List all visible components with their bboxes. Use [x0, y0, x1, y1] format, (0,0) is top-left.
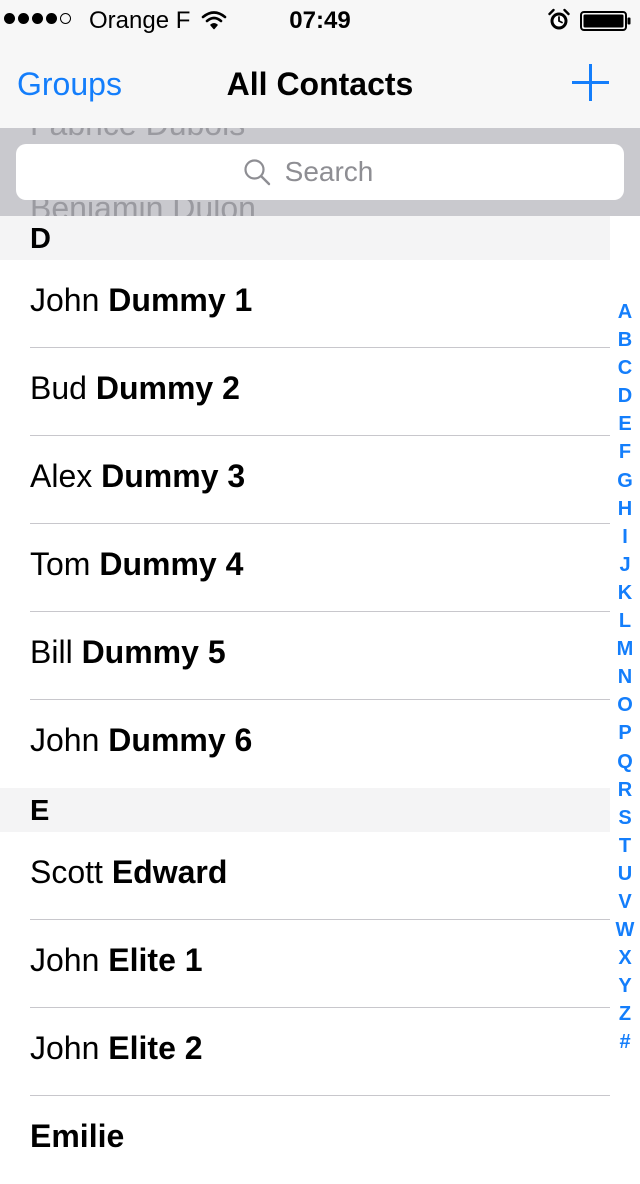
index-letter[interactable]: V	[610, 888, 640, 916]
contact-last-name: Dummy 5	[81, 634, 226, 670]
contact-first-name: Bud	[30, 370, 87, 406]
contact-first-name: John	[30, 942, 100, 978]
top-bar: Orange F 07:49 Groups All Contacts	[0, 0, 640, 128]
index-letter[interactable]: S	[610, 804, 640, 832]
contact-name: Bud Dummy 2	[30, 368, 240, 408]
index-letter[interactable]: A	[610, 298, 640, 326]
contact-row[interactable]: Bud Dummy 2	[0, 348, 640, 436]
contact-row[interactable]: Emilie	[0, 1096, 640, 1184]
search-icon	[244, 159, 270, 186]
contact-last-name: Dummy 1	[108, 282, 253, 318]
contact-last-name: Dummy 3	[101, 458, 246, 494]
index-letter[interactable]: I	[610, 523, 640, 551]
contact-row[interactable]: John Elite 1	[0, 920, 640, 1008]
index-letter[interactable]: D	[610, 382, 640, 410]
contact-last-name: Dummy 6	[108, 722, 253, 758]
contact-name: Alex Dummy 3	[30, 456, 245, 496]
index-letter[interactable]: L	[610, 607, 640, 635]
contact-row[interactable]: John Dummy 1	[0, 260, 640, 348]
contact-first-name: Bill	[30, 634, 73, 670]
index-letter[interactable]: Y	[610, 972, 640, 1000]
contact-first-name: Alex	[30, 458, 93, 494]
contact-last-name: Elite 1	[108, 942, 203, 978]
contact-name: Scott Edward	[30, 852, 227, 892]
contact-row[interactable]: Tom Dummy 4	[0, 524, 640, 612]
index-letter[interactable]: P	[610, 719, 640, 747]
index-letter[interactable]: #	[610, 1028, 640, 1056]
contact-name: John Dummy 1	[30, 280, 252, 320]
contact-last-name: Dummy 4	[99, 546, 244, 582]
contact-first-name: Scott	[30, 854, 103, 890]
contact-name: John Dummy 6	[30, 720, 252, 760]
index-letter[interactable]: F	[610, 438, 640, 466]
contact-row[interactable]: John Dummy 6	[0, 700, 640, 788]
battery-icon	[580, 11, 631, 31]
index-letter[interactable]: N	[610, 663, 640, 691]
index-letter[interactable]: Q	[610, 748, 640, 776]
contact-row[interactable]: John Elite 2	[0, 1008, 640, 1096]
contact-row[interactable]: Bill Dummy 5	[0, 612, 640, 700]
index-letter[interactable]: E	[610, 410, 640, 438]
index-letter[interactable]: U	[610, 860, 640, 888]
contact-row[interactable]: Alex Dummy 3	[0, 436, 640, 524]
navigation-bar: Groups All Contacts	[0, 40, 640, 128]
status-time: 07:49	[289, 7, 351, 34]
index-letter[interactable]: J	[610, 551, 640, 579]
status-bar: Orange F 07:49	[0, 0, 640, 40]
scrolled-contact-name: Fabrice Dubois	[30, 128, 245, 140]
index-letter[interactable]: O	[610, 691, 640, 719]
index-letter[interactable]: K	[610, 579, 640, 607]
contact-last-name: Edward	[111, 854, 228, 890]
section-index[interactable]: A B C D E F G H I J K L M N O P Q R S T …	[610, 298, 640, 1057]
contact-name: Bill Dummy 5	[30, 632, 226, 672]
contact-name: John Elite 2	[30, 1028, 203, 1068]
contact-last-name: Elite 2	[108, 1030, 203, 1066]
contact-row[interactable]: Scott Edward	[0, 832, 640, 920]
alarm-clock-icon	[548, 8, 570, 30]
search-input[interactable]: Search	[16, 144, 624, 200]
index-letter[interactable]: T	[610, 832, 640, 860]
index-letter[interactable]: C	[610, 354, 640, 382]
page-title: All Contacts	[226, 66, 414, 102]
section-header-d: D	[0, 216, 610, 260]
index-letter[interactable]: M	[610, 635, 640, 663]
contact-name: Emilie	[30, 1116, 124, 1156]
contacts-list: D John Dummy 1 Bud Dummy 2 Alex Dummy 3 …	[0, 216, 640, 1184]
add-contact-button[interactable]	[570, 62, 612, 104]
contact-last-name: Dummy 2	[95, 370, 240, 406]
index-letter[interactable]: W	[610, 916, 640, 944]
index-letter[interactable]: B	[610, 326, 640, 354]
index-letter[interactable]: Z	[610, 1000, 640, 1028]
contact-first-name: John	[30, 722, 100, 758]
contact-first-name: John	[30, 1030, 100, 1066]
index-letter[interactable]: G	[610, 467, 640, 495]
search-bar: Fabrice Dubois Benjamin Dulon Search	[0, 128, 640, 216]
contact-first-name: Tom	[30, 546, 91, 582]
contact-first-name: John	[30, 282, 100, 318]
contact-name: John Elite 1	[30, 940, 203, 980]
section-header-e: E	[0, 788, 610, 832]
contact-name: Tom Dummy 4	[30, 544, 243, 584]
index-letter[interactable]: H	[610, 495, 640, 523]
index-letter[interactable]: X	[610, 944, 640, 972]
contact-last-name: Emilie	[30, 1118, 125, 1154]
search-placeholder: Search	[284, 156, 374, 187]
index-letter[interactable]: R	[610, 776, 640, 804]
